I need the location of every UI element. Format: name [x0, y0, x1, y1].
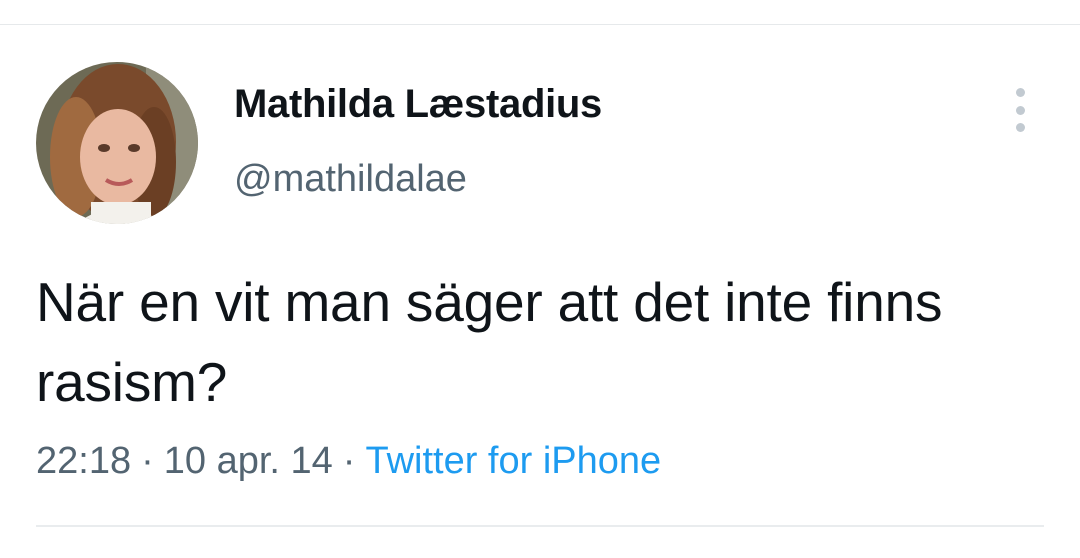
tweet-date[interactable]: 10 apr. 14 — [164, 440, 333, 482]
tweet-time[interactable]: 22:18 — [36, 440, 131, 482]
avatar-photo — [36, 62, 198, 224]
more-vertical-icon-dot — [1015, 88, 1025, 97]
more-vertical-icon-dot — [1015, 105, 1025, 115]
tweet-text: När en vit man säger att det inte finns … — [36, 271, 943, 413]
tweet-meta: 22:18 · 10 apr. 14 · Twitter for iPhone — [36, 440, 661, 483]
meta-separator: · — [141, 440, 154, 482]
avatar[interactable] — [36, 62, 198, 224]
tweet-source-link[interactable]: Twitter for iPhone — [365, 440, 661, 482]
bottom-divider — [36, 525, 1044, 527]
author-handle[interactable]: @mathildalae — [234, 158, 467, 201]
more-vertical-icon-dot — [1015, 123, 1025, 132]
author-display-name[interactable]: Mathilda Læstadius — [234, 82, 602, 127]
meta-separator: · — [342, 440, 356, 482]
more-options-button[interactable] — [1004, 88, 1036, 132]
top-divider — [0, 24, 1080, 25]
